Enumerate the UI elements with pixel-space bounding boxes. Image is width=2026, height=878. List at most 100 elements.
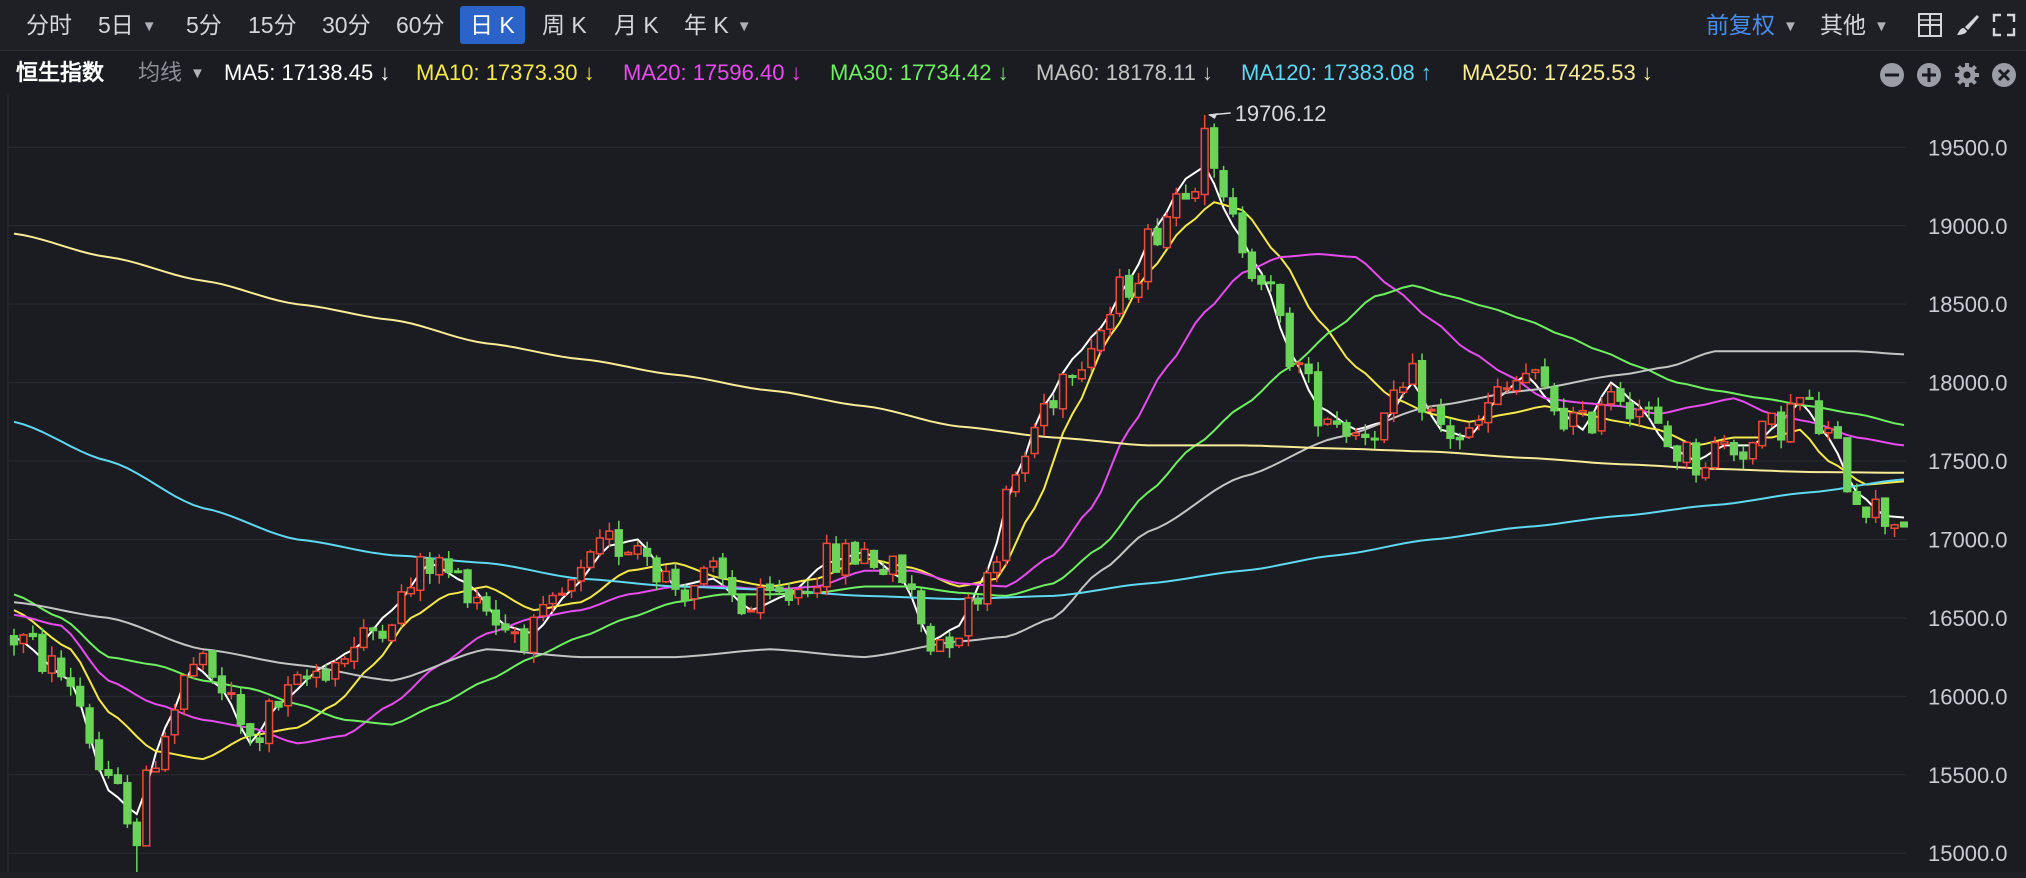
candle [1323, 417, 1332, 426]
tab-timeframe[interactable]: 分时 [16, 6, 82, 44]
chevron-down-icon: ▼ [190, 65, 205, 82]
candle [1096, 328, 1105, 355]
candle [1862, 506, 1871, 524]
candle [472, 589, 482, 610]
candle [246, 722, 255, 746]
moving-average-lines [13, 164, 1905, 816]
candle [293, 671, 302, 686]
candle [435, 554, 444, 584]
ma-line-ma250 [13, 232, 1904, 474]
candle [945, 631, 954, 658]
candle [1550, 383, 1559, 416]
candle [576, 559, 586, 592]
candle [1002, 485, 1011, 566]
candle [1446, 418, 1455, 449]
y-tick-label: 19000.0 [1928, 214, 2008, 239]
candle [416, 552, 425, 602]
candle [690, 584, 699, 610]
candle [265, 698, 274, 753]
candle [274, 700, 283, 711]
ma-value-label: MA120: 17383.08 ↑ [1241, 60, 1432, 85]
tab-timeframe[interactable]: 30分 [312, 6, 381, 44]
candle [1238, 206, 1247, 258]
tab-timeframe[interactable]: 年 K ▼ [674, 6, 762, 44]
tab-label: 日 K [470, 12, 515, 38]
chart-toolbar: 分时 5日 ▼ 5分 15分 30分 60分日 K 周 K 月 K 年 K ▼ 前复权 ▼ 其他 ▼ [0, 0, 2026, 51]
candle [624, 550, 633, 556]
candle [1399, 382, 1408, 398]
candle [860, 541, 869, 565]
candle [1502, 381, 1512, 393]
candle [1058, 372, 1068, 419]
ma-type-dropdown[interactable]: 均线 ▼ [138, 52, 205, 94]
high-annotation: 19706.12 [1208, 101, 1327, 126]
fullscreen-icon[interactable] [1991, 12, 2017, 38]
tab-timeframe[interactable]: 60分 [386, 6, 455, 44]
candle [1521, 363, 1531, 384]
candle [340, 656, 349, 668]
candle [1899, 521, 1909, 528]
candle [1143, 224, 1153, 290]
candle [66, 667, 75, 696]
gear-icon[interactable] [1954, 62, 1980, 88]
y-tick-label: 16000.0 [1928, 684, 2008, 709]
chevron-down-icon: ▼ [141, 18, 157, 35]
candle [57, 650, 66, 681]
candle [1210, 123, 1219, 178]
candle [822, 534, 831, 596]
candle [463, 568, 472, 608]
ma-type-label: 均线 [138, 60, 183, 85]
candle [1654, 397, 1663, 424]
candle [1313, 362, 1323, 437]
ma-line-ma120 [13, 420, 1905, 601]
candle [567, 578, 576, 599]
tab-label: 5日 [98, 12, 134, 38]
close-icon[interactable] [1991, 62, 2017, 88]
candle [1257, 274, 1266, 291]
candle [1465, 422, 1474, 439]
annotation-label: 19706.12 [1235, 101, 1327, 126]
candle [1616, 381, 1625, 407]
tab-timeframe[interactable]: 15分 [238, 6, 307, 44]
candle [1115, 268, 1124, 317]
tab-timeframe[interactable]: 5分 [176, 6, 232, 44]
ma-line-ma30 [13, 284, 1905, 726]
tab-timeframe[interactable]: 日 K [460, 6, 525, 44]
chevron-down-icon: ▼ [1874, 18, 1889, 35]
candle [1786, 393, 1795, 444]
minus-icon[interactable] [1879, 62, 1905, 88]
candle [718, 553, 727, 586]
tab-timeframe[interactable]: 周 K [532, 6, 597, 44]
candle [1021, 452, 1030, 483]
candle [709, 556, 718, 573]
candle [850, 540, 860, 565]
brush-icon[interactable] [1955, 12, 1981, 38]
candlestick-chart[interactable]: 19706.1214794.16 15000.0 15500.0 16000.0 16… [0, 94, 2026, 872]
candle [1540, 358, 1550, 390]
candle [359, 619, 368, 651]
adjust-dropdown[interactable]: 前复权 ▼ [1706, 6, 1798, 44]
tab-timeframe[interactable]: 5日 ▼ [88, 6, 167, 44]
candle [1701, 462, 1710, 481]
candle [1691, 438, 1701, 483]
tab-label: 月 K [614, 12, 659, 38]
candle [76, 677, 85, 708]
ma-value-label: MA20: 17596.40 ↓ [623, 60, 802, 85]
y-tick-label: 17000.0 [1928, 527, 2008, 552]
other-dropdown[interactable]: 其他 ▼ [1820, 6, 1889, 44]
candle [1880, 497, 1890, 535]
candle [482, 592, 491, 616]
candle [888, 555, 898, 583]
candle [557, 587, 567, 596]
candle [869, 549, 879, 570]
candle [614, 520, 623, 566]
plus-icon[interactable] [1916, 62, 1942, 88]
candle [217, 667, 227, 701]
candle [406, 577, 416, 598]
tab-timeframe[interactable]: 月 K [604, 6, 669, 44]
grid-layout-icon[interactable] [1917, 12, 1943, 38]
y-tick-label: 19500.0 [1928, 135, 2008, 160]
candle [1814, 391, 1824, 436]
candle [1285, 307, 1294, 371]
candle [1172, 187, 1181, 227]
